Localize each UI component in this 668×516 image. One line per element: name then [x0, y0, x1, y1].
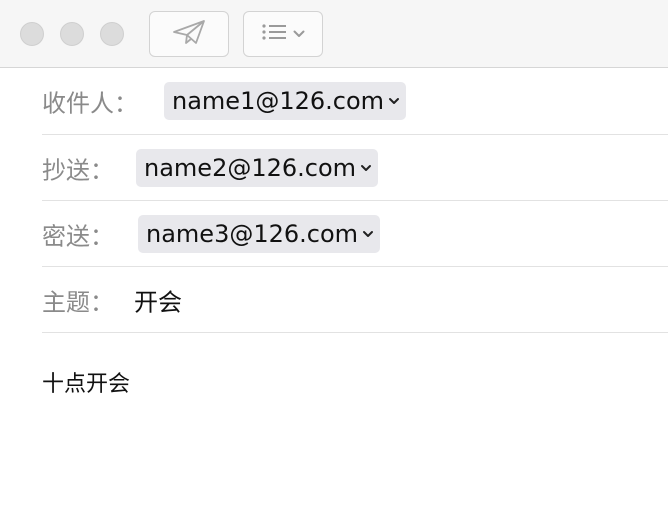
message-body[interactable]: 十点开会 — [42, 366, 130, 398]
to-row: 收件人： name1@126.com — [42, 68, 668, 135]
format-options-button[interactable] — [243, 11, 323, 57]
bcc-recipient-chip[interactable]: name3@126.com — [138, 214, 381, 253]
cc-recipient-address: name2@126.com — [144, 153, 357, 182]
send-button[interactable] — [149, 11, 229, 57]
cc-label: 抄送： — [42, 156, 114, 184]
subject-field[interactable]: 开会 — [134, 282, 182, 317]
chevron-down-icon — [360, 164, 372, 172]
chevron-down-icon — [362, 230, 374, 238]
cc-row: 抄送： name2@126.com — [42, 135, 668, 201]
to-recipient-address: name1@126.com — [172, 87, 385, 115]
bcc-row: 密送： name3@126.com — [42, 201, 668, 267]
subject-label: 主题： — [42, 288, 114, 316]
cc-recipient-chip[interactable]: name2@126.com — [136, 148, 379, 187]
list-icon — [261, 23, 287, 45]
zoom-window-button[interactable] — [100, 22, 124, 46]
bcc-label: 密送： — [42, 222, 114, 250]
bcc-recipient-address: name3@126.com — [146, 219, 359, 248]
toolbar — [0, 0, 668, 68]
close-window-button[interactable] — [20, 22, 44, 46]
to-recipient-chip[interactable]: name1@126.com — [164, 82, 407, 120]
subject-row: 主题： 开会 — [42, 267, 668, 333]
minimize-window-button[interactable] — [60, 22, 84, 46]
chevron-down-icon — [388, 97, 400, 105]
chevron-down-icon — [293, 30, 305, 38]
paper-plane-icon — [171, 18, 207, 50]
mail-compose-window: 收件人： name1@126.com 抄送： name2@126.com 密送：… — [0, 0, 668, 516]
to-label: 收件人： — [42, 89, 138, 118]
